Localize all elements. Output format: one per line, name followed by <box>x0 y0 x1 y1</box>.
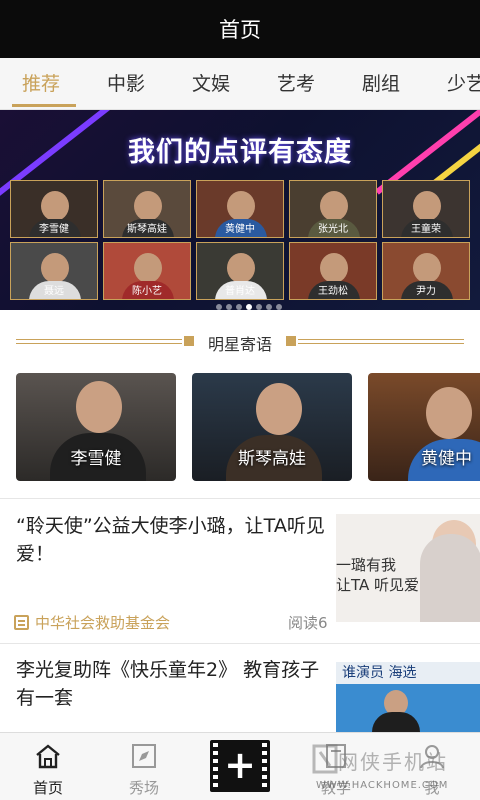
watermark-logo-icon <box>312 744 338 774</box>
tab-recommend[interactable]: 推荐 <box>22 58 60 109</box>
article-source-name: 中华社会救助基金会 <box>35 614 171 632</box>
tab-yikao[interactable]: 艺考 <box>277 58 315 109</box>
nav-home[interactable]: 首页 <box>0 733 96 800</box>
pager-dot <box>226 304 232 310</box>
list-divider <box>0 643 480 644</box>
banner-photo: 斯琴高娃 <box>103 180 191 238</box>
pager-dot <box>256 304 262 310</box>
article-thumbnail: 谁演员 海选 <box>336 662 480 732</box>
category-tabs: 推荐 中影 文娱 艺考 剧组 少艺 <box>0 58 480 110</box>
star-card[interactable]: 黄健中 <box>368 373 480 481</box>
source-icon <box>14 615 29 630</box>
watermark-text: 网侠手机站 <box>338 750 448 774</box>
nav-label: 首页 <box>32 779 63 797</box>
page-title: 首页 <box>219 18 261 42</box>
banner-photo: 尹力 <box>382 242 470 300</box>
pager-dot-active <box>246 304 252 310</box>
banner-photo: 聂远 <box>10 242 98 300</box>
banner-photo: 张光北 <box>289 180 377 238</box>
thumb-caption: 一璐有我 <box>336 556 397 574</box>
article-thumbnail: 一璐有我 让TA 听见爱 <box>336 514 480 622</box>
banner-photo: 王劲松 <box>289 242 377 300</box>
banner-photo: 李雪健 <box>10 180 98 238</box>
tab-shaoyi[interactable]: 少艺 <box>447 58 480 109</box>
site-watermark: 网侠手机站 WWW.HACKHOME.COM <box>310 740 480 800</box>
nav-label: 秀场 <box>128 779 159 797</box>
create-button[interactable]: + <box>210 740 270 792</box>
banner-photo-name: 聂远 <box>44 286 64 297</box>
banner-pager <box>214 295 284 310</box>
star-card[interactable]: 斯琴高娃 <box>192 373 352 481</box>
banner-photo-name: 斯琴高娃 <box>127 224 167 235</box>
banner-photo-name: 尹力 <box>416 286 436 297</box>
tab-zhongying[interactable]: 中影 <box>107 58 145 109</box>
thumb-caption: 谁演员 海选 <box>336 662 480 684</box>
active-tab-indicator <box>12 104 76 107</box>
banner-photo: 陈小艺 <box>103 242 191 300</box>
watermark-url: WWW.HACKHOME.COM <box>316 780 449 791</box>
banner-photo-name: 陈小艺 <box>132 286 162 297</box>
home-icon <box>36 744 60 769</box>
article-title: “聆天使”公益大使李小璐，让TA听见爱！ <box>16 515 325 565</box>
star-name: 黄健中 <box>421 449 472 469</box>
article-source: 中华社会救助基金会 <box>14 612 170 633</box>
article-read-count: 阅读6 <box>288 614 328 632</box>
banner-photo-name: 王童荣 <box>411 224 441 235</box>
nav-showroom[interactable]: 秀场 <box>96 733 192 800</box>
pager-dot <box>236 304 242 310</box>
banner-title: 我们的点评有态度 <box>128 137 352 168</box>
banner-photo: 王童荣 <box>382 180 470 238</box>
star-card[interactable]: 李雪健 <box>16 373 176 481</box>
banner-photo-name: 张光北 <box>318 224 348 235</box>
tab-juzu[interactable]: 剧组 <box>362 58 400 109</box>
section-divider-right <box>298 339 464 344</box>
list-divider <box>0 498 480 499</box>
banner-photo-name: 黄健中 <box>225 224 255 235</box>
section-header: 明星寄语 <box>0 322 480 362</box>
pager-dot <box>266 304 272 310</box>
title-bar: 首页 <box>0 0 480 58</box>
article-title: 李光复助阵《快乐童年2》 教育孩子有一套 <box>16 659 320 709</box>
section-ornament <box>286 336 296 346</box>
tab-wenyu[interactable]: 文娱 <box>192 58 230 109</box>
star-name: 斯琴高娃 <box>238 449 306 469</box>
pager-dot <box>216 304 222 310</box>
banner-photo-name: 李雪健 <box>39 224 69 235</box>
banner-photo: 黄健中 <box>196 180 284 238</box>
promo-banner[interactable]: 我们的点评有态度 李雪健 斯琴高娃 黄健中 张光北 王童荣 聂远 陈小艺 普肖达… <box>0 110 480 310</box>
thumb-caption: 让TA 听见爱 <box>336 576 420 594</box>
compass-icon <box>132 744 156 768</box>
banner-photo-name: 王劲松 <box>318 286 348 297</box>
star-name: 李雪健 <box>70 449 122 469</box>
pager-dot <box>276 304 282 310</box>
banner-photo: 普肖达 <box>196 242 284 300</box>
plus-film-icon: + <box>224 743 256 787</box>
